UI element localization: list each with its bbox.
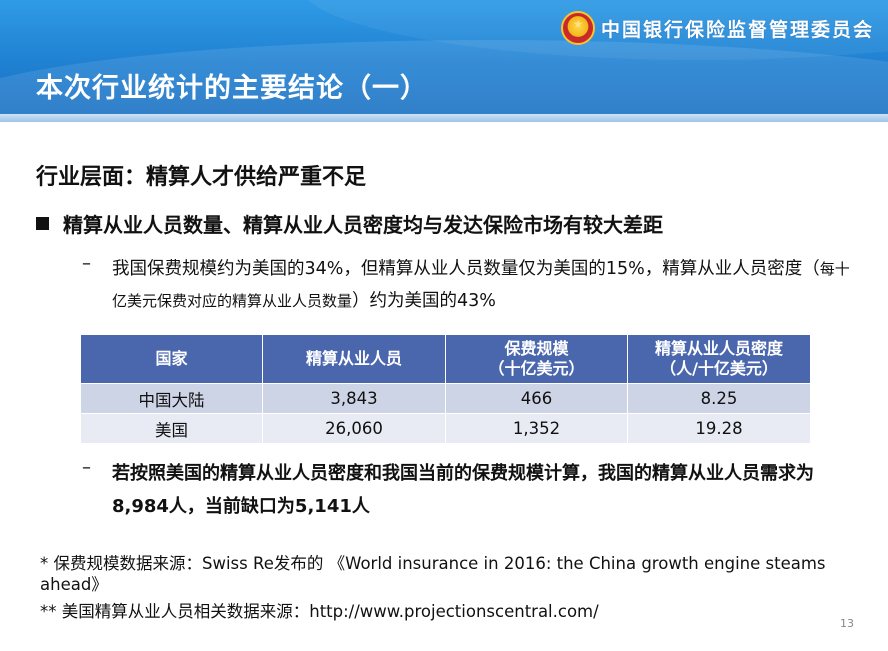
footnote-premium-source: * 保费规模数据来源：Swiss Re发布的 《World insurance … xyxy=(40,554,826,594)
dash-bullet-icon: – xyxy=(82,253,91,274)
table-cell: 19.28 xyxy=(627,413,811,444)
slide-header: 中国银行保险监督管理委员会 本次行业统计的主要结论（一） xyxy=(0,0,888,122)
footnote-us-source: ** 美国精算从业人员相关数据来源：http://www.projections… xyxy=(40,602,599,621)
table-row: 美国 26,060 1,352 19.28 xyxy=(80,413,811,444)
table-header-country: 国家 xyxy=(80,334,263,384)
table-cell: 466 xyxy=(445,383,628,414)
table-header-premium: 保费规模 （十亿美元） xyxy=(445,334,628,384)
sub-bullet-1-text: 我国保费规模约为美国的34%，但精算从业人员数量仅为美国的15%，精算从业人员密… xyxy=(112,253,852,317)
org-logo: 中国银行保险监督管理委员会 xyxy=(560,8,874,48)
table-cell: 中国大陆 xyxy=(80,383,263,414)
header-divider xyxy=(0,114,888,122)
table-header-density: 精算从业人员密度 （人/十亿美元） xyxy=(627,334,811,384)
sub-bullet-2: – 若按照美国的精算从业人员密度和我国当前的保费规模计算，我国的精算从业人员需求… xyxy=(82,457,852,523)
table-cell: 26,060 xyxy=(262,413,446,444)
main-bullet-text: 精算从业人员数量、精算从业人员密度均与发达保险市场有较大差距 xyxy=(63,213,663,237)
section-heading: 行业层面：精算人才供给严重不足 xyxy=(36,165,367,190)
sub-bullet-1-part1: 我国保费规模约为美国的34%，但精算从业人员数量仅为美国的15%，精算从业人员密… xyxy=(112,259,820,279)
table-row: 中国大陆 3,843 466 8.25 xyxy=(80,383,811,414)
org-name: 中国银行保险监督管理委员会 xyxy=(600,18,874,41)
table-cell: 8.25 xyxy=(627,383,811,414)
table-cell: 3,843 xyxy=(262,383,446,414)
main-bullet: 精算从业人员数量、精算从业人员密度均与发达保险市场有较大差距 xyxy=(36,209,663,238)
table-cell: 美国 xyxy=(80,413,263,444)
table-header-actuaries: 精算从业人员 xyxy=(262,334,446,384)
slide-title: 本次行业统计的主要结论（一） xyxy=(36,73,428,104)
table-cell: 1,352 xyxy=(445,413,628,444)
sub-bullet-2-text: 若按照美国的精算从业人员密度和我国当前的保费规模计算，我国的精算从业人员需求为8… xyxy=(112,463,814,517)
table-header-row: 国家 精算从业人员 保费规模 （十亿美元） 精算从业人员密度 （人/十亿美元） xyxy=(80,334,811,384)
square-bullet-icon xyxy=(36,217,49,230)
actuary-comparison-table: 国家 精算从业人员 保费规模 （十亿美元） 精算从业人员密度 （人/十亿美元） 中国… xyxy=(80,334,811,444)
dash-bullet-icon: – xyxy=(82,457,91,478)
sub-bullet-1-part2: ）约为美国的43% xyxy=(352,291,496,311)
national-emblem-icon xyxy=(560,11,595,45)
page-number: 13 xyxy=(840,617,854,630)
sub-bullet-1: – 我国保费规模约为美国的34%，但精算从业人员数量仅为美国的15%，精算从业人… xyxy=(82,253,852,317)
